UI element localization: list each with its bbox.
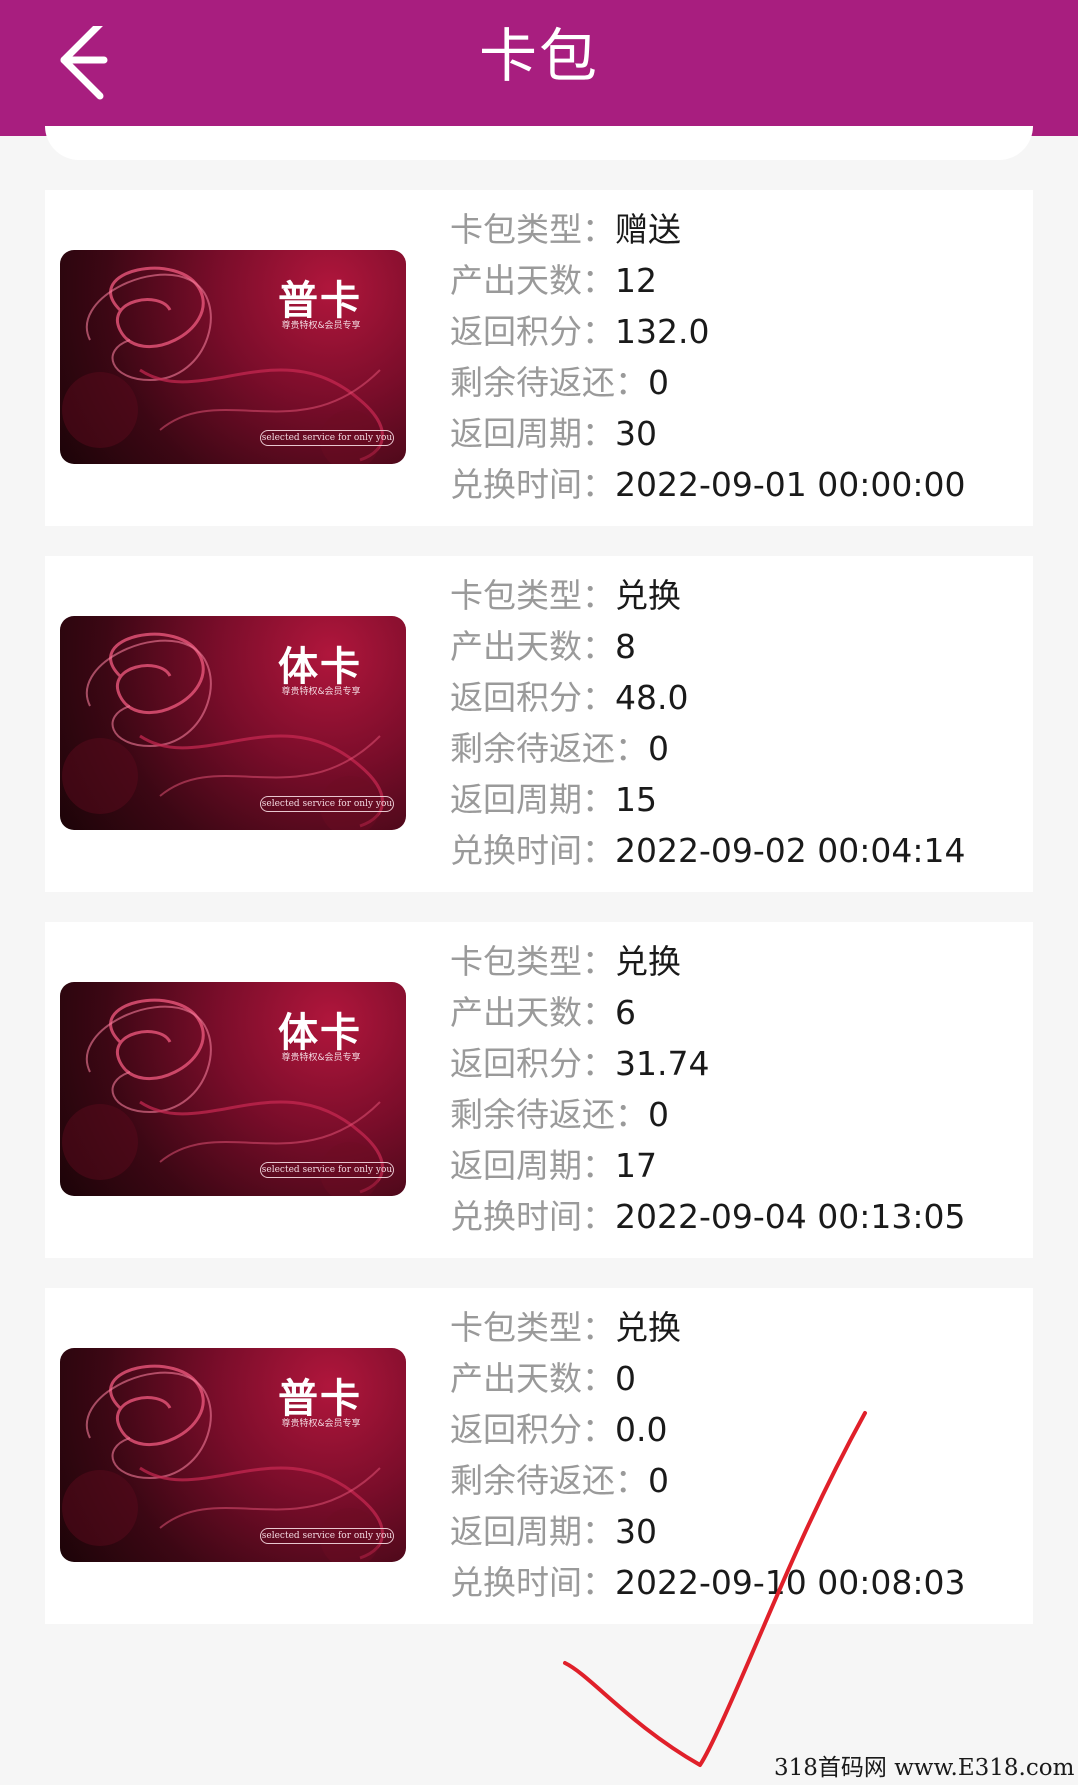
remaining-label: 剩余待返还：: [450, 729, 648, 768]
card-list: 普卡 尊贵特权&会员专享 selected service for only y…: [45, 190, 1033, 1654]
previous-item-edge: [45, 126, 1033, 160]
remaining-value: 0: [648, 1095, 669, 1134]
points-value: 31.74: [615, 1044, 710, 1083]
days-row: 产出天数：0: [450, 1353, 1030, 1404]
cycle-row: 返回周期：15: [450, 774, 1030, 825]
cycle-label: 返回周期：: [450, 1146, 615, 1185]
days-value: 0: [615, 1359, 636, 1398]
days-label: 产出天数：: [450, 1359, 615, 1398]
card-subtitle: 尊贵特权&会员专享: [281, 321, 361, 331]
page-title: 卡包: [478, 22, 599, 90]
card-item[interactable]: 普卡 尊贵特权&会员专享 selected service for only y…: [45, 190, 1033, 526]
points-label: 返回积分：: [450, 1044, 615, 1083]
remaining-row: 剩余待返还：0: [450, 1089, 1030, 1140]
type-value: 兑换: [615, 576, 681, 615]
days-label: 产出天数：: [450, 261, 615, 300]
time-row: 兑换时间：2022-09-04 00:13:05: [450, 1191, 1030, 1242]
type-row: 卡包类型：赠送: [450, 204, 1030, 255]
time-value: 2022-09-01 00:00:00: [615, 465, 966, 504]
card-subtitle: 尊贵特权&会员专享: [281, 1419, 361, 1429]
type-row: 卡包类型：兑换: [450, 936, 1030, 987]
remaining-row: 剩余待返还：0: [450, 723, 1030, 774]
type-value: 赠送: [615, 210, 681, 249]
time-value: 2022-09-04 00:13:05: [615, 1197, 966, 1236]
cycle-value: 17: [615, 1146, 657, 1185]
points-row: 返回积分：31.74: [450, 1038, 1030, 1089]
time-label: 兑换时间：: [450, 831, 615, 870]
time-row: 兑换时间：2022-09-02 00:04:14: [450, 825, 1030, 876]
type-label: 卡包类型：: [450, 942, 615, 981]
card-item[interactable]: 体卡 尊贵特权&会员专享 selected service for only y…: [45, 922, 1033, 1258]
red-checkmark-icon: [563, 1411, 867, 1767]
remaining-value: 0: [648, 363, 669, 402]
type-value: 兑换: [615, 942, 681, 981]
card-slogan: selected service for only you: [260, 1528, 394, 1544]
cycle-label: 返回周期：: [450, 780, 615, 819]
days-row: 产出天数：8: [450, 621, 1030, 672]
type-row: 卡包类型：兑换: [450, 570, 1030, 621]
cycle-row: 返回周期：30: [450, 408, 1030, 459]
watermark-text: 318首码网 www.E318.com: [774, 1755, 1075, 1781]
time-label: 兑换时间：: [450, 465, 615, 504]
card-image: 普卡 尊贵特权&会员专享 selected service for only y…: [60, 250, 406, 464]
remaining-value: 0: [648, 729, 669, 768]
cycle-row: 返回周期：17: [450, 1140, 1030, 1191]
cycle-value: 15: [615, 780, 657, 819]
type-row: 卡包类型：兑换: [450, 1302, 1030, 1353]
points-row: 返回积分：132.0: [450, 306, 1030, 357]
points-label: 返回积分：: [450, 678, 615, 717]
remaining-label: 剩余待返还：: [450, 363, 648, 402]
days-value: 6: [615, 993, 636, 1032]
time-value: 2022-09-02 00:04:14: [615, 831, 966, 870]
card-subtitle: 尊贵特权&会员专享: [281, 1053, 361, 1063]
remaining-label: 剩余待返还：: [450, 1095, 648, 1134]
cycle-value: 30: [615, 414, 657, 453]
card-subtitle: 尊贵特权&会员专享: [281, 687, 361, 697]
card-info: 卡包类型：兑换 产出天数：8 返回积分：48.0 剩余待返还：0 返回周期：15…: [450, 570, 1030, 876]
type-label: 卡包类型：: [450, 210, 615, 249]
card-item[interactable]: 普卡 尊贵特权&会员专享 selected service for only y…: [45, 1288, 1033, 1624]
type-label: 卡包类型：: [450, 1308, 615, 1347]
card-info: 卡包类型：赠送 产出天数：12 返回积分：132.0 剩余待返还：0 返回周期：…: [450, 204, 1030, 510]
days-label: 产出天数：: [450, 993, 615, 1032]
days-label: 产出天数：: [450, 627, 615, 666]
days-row: 产出天数：12: [450, 255, 1030, 306]
days-value: 8: [615, 627, 636, 666]
card-item[interactable]: 体卡 尊贵特权&会员专享 selected service for only y…: [45, 556, 1033, 892]
card-image: 普卡 尊贵特权&会员专享 selected service for only y…: [60, 1348, 406, 1562]
card-image: 体卡 尊贵特权&会员专享 selected service for only y…: [60, 982, 406, 1196]
points-row: 返回积分：48.0: [450, 672, 1030, 723]
app-header: 卡包: [0, 0, 1078, 136]
card-slogan: selected service for only you: [260, 430, 394, 446]
days-value: 12: [615, 261, 657, 300]
time-row: 兑换时间：2022-09-01 00:00:00: [450, 459, 1030, 510]
points-label: 返回积分：: [450, 312, 615, 351]
points-value: 132.0: [615, 312, 710, 351]
time-label: 兑换时间：: [450, 1197, 615, 1236]
type-label: 卡包类型：: [450, 576, 615, 615]
card-slogan: selected service for only you: [260, 796, 394, 812]
card-info: 卡包类型：兑换 产出天数：6 返回积分：31.74 剩余待返还：0 返回周期：1…: [450, 936, 1030, 1242]
days-row: 产出天数：6: [450, 987, 1030, 1038]
points-value: 48.0: [615, 678, 689, 717]
card-slogan: selected service for only you: [260, 1162, 394, 1178]
type-value: 兑换: [615, 1308, 681, 1347]
card-image: 体卡 尊贵特权&会员专享 selected service for only y…: [60, 616, 406, 830]
cycle-label: 返回周期：: [450, 414, 615, 453]
remaining-row: 剩余待返还：0: [450, 357, 1030, 408]
